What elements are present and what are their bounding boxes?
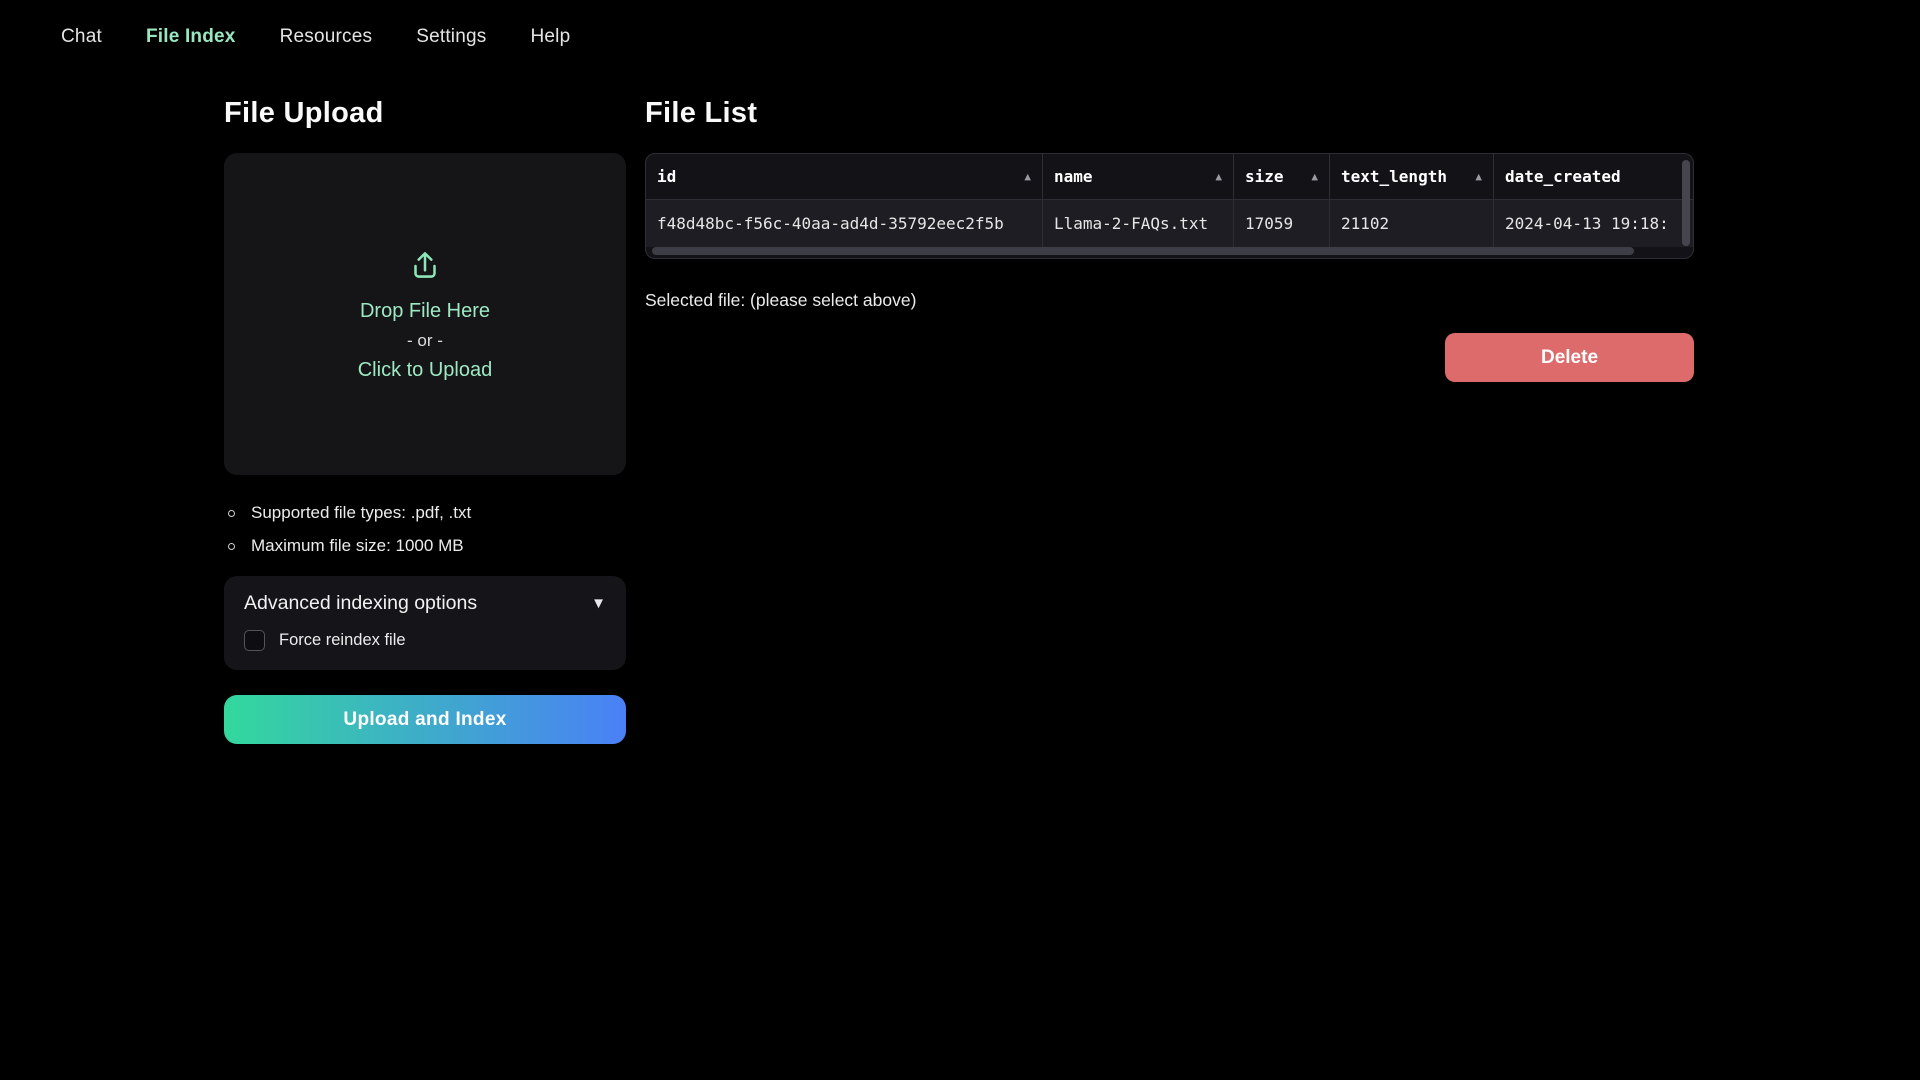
column-label: size: [1245, 167, 1284, 186]
note-text: Supported file types: .pdf, .txt: [251, 503, 471, 523]
column-header-name[interactable]: name ▲: [1043, 154, 1234, 199]
chevron-down-icon: ▼: [591, 595, 606, 612]
table-row[interactable]: f48d48bc-f56c-40aa-ad4d-35792eec2f5b Lla…: [646, 200, 1693, 247]
horizontal-scrollbar[interactable]: [652, 247, 1634, 255]
or-label: - or -: [407, 331, 443, 351]
column-label: date_created: [1505, 167, 1621, 186]
bullet-icon: [228, 510, 235, 517]
column-label: id: [657, 167, 676, 186]
cell-date-created: 2024-04-13 19:18:: [1494, 200, 1693, 247]
bullet-icon: [228, 543, 235, 550]
sort-ascending-icon[interactable]: ▲: [1215, 170, 1222, 183]
delete-button[interactable]: Delete: [1445, 333, 1694, 382]
column-header-date-created[interactable]: date_created: [1494, 154, 1693, 199]
force-reindex-checkbox-row[interactable]: Force reindex file: [244, 630, 606, 651]
tab-file-index[interactable]: File Index: [146, 26, 236, 48]
advanced-options-title: Advanced indexing options: [244, 592, 477, 615]
column-header-text-length[interactable]: text_length ▲: [1330, 154, 1494, 199]
force-reindex-checkbox[interactable]: [244, 630, 265, 651]
cell-name: Llama-2-FAQs.txt: [1043, 200, 1234, 247]
column-label: name: [1054, 167, 1093, 186]
tab-chat[interactable]: Chat: [61, 26, 102, 48]
cell-text-length: 21102: [1330, 200, 1494, 247]
file-dropzone[interactable]: Drop File Here - or - Click to Upload: [224, 153, 626, 475]
advanced-options-header[interactable]: Advanced indexing options ▼: [244, 592, 606, 615]
drop-file-here-label: Drop File Here: [360, 300, 490, 323]
file-table: id ▲ name ▲ size ▲ text_length ▲ date_cr…: [645, 153, 1694, 259]
upload-notes-list: Supported file types: .pdf, .txt Maximum…: [224, 503, 626, 556]
sort-ascending-icon[interactable]: ▲: [1475, 170, 1482, 183]
column-label: text_length: [1341, 167, 1447, 186]
upload-and-index-button[interactable]: Upload and Index: [224, 695, 626, 744]
note-max-size: Maximum file size: 1000 MB: [228, 536, 626, 556]
upload-icon: [406, 247, 444, 290]
click-to-upload-link[interactable]: Click to Upload: [358, 359, 493, 382]
sort-ascending-icon[interactable]: ▲: [1311, 170, 1318, 183]
tab-resources[interactable]: Resources: [280, 26, 373, 48]
advanced-options-accordion: Advanced indexing options ▼ Force reinde…: [224, 576, 626, 670]
cell-size: 17059: [1234, 200, 1330, 247]
note-text: Maximum file size: 1000 MB: [251, 536, 464, 556]
tab-settings[interactable]: Settings: [416, 26, 486, 48]
file-list-panel: File List id ▲ name ▲ size ▲ text_length…: [645, 97, 1694, 311]
file-list-title: File List: [645, 97, 1694, 130]
file-table-header-row: id ▲ name ▲ size ▲ text_length ▲ date_cr…: [646, 154, 1693, 200]
cell-id: f48d48bc-f56c-40aa-ad4d-35792eec2f5b: [646, 200, 1043, 247]
file-upload-title: File Upload: [224, 97, 626, 130]
column-header-size[interactable]: size ▲: [1234, 154, 1330, 199]
tab-bar: Chat File Index Resources Settings Help: [0, 0, 1920, 48]
selected-file-status: Selected file: (please select above): [645, 290, 1694, 311]
column-header-id[interactable]: id ▲: [646, 154, 1043, 199]
note-supported-types: Supported file types: .pdf, .txt: [228, 503, 626, 523]
force-reindex-label: Force reindex file: [279, 631, 406, 650]
sort-ascending-icon[interactable]: ▲: [1024, 170, 1031, 183]
file-upload-panel: File Upload Drop File Here - or - Click …: [224, 97, 626, 744]
tab-help[interactable]: Help: [530, 26, 570, 48]
vertical-scrollbar[interactable]: [1682, 160, 1690, 246]
